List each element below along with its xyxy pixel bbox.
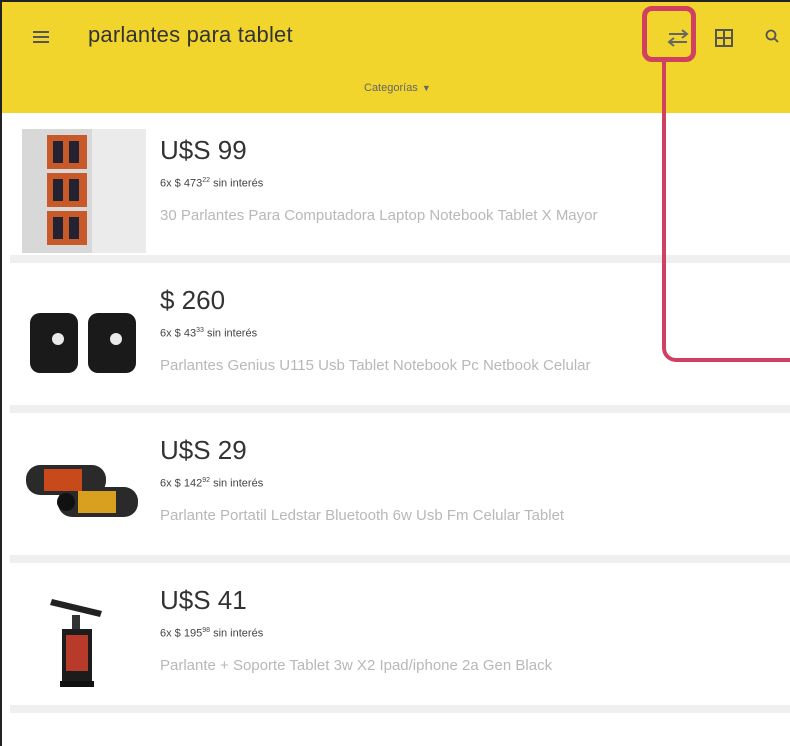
item-installments: 6x $ 14292 sin interés: [160, 477, 264, 490]
item-installments: 6x $ 47322 sin interés: [160, 177, 264, 190]
filter-highlight-annotation: [642, 6, 696, 62]
item-price: U$S 99: [160, 135, 247, 165]
category-dropdown[interactable]: Categorías ▼: [364, 82, 431, 94]
product-image: [22, 579, 146, 703]
annotation-pointer-line: [662, 60, 790, 362]
list-item[interactable]: U$S 29 6x $ 14292 sin interés Parlante P…: [10, 413, 790, 563]
category-label: Categorías: [364, 82, 418, 94]
item-title: Parlante + Soporte Tablet 3w X2 Ipad/iph…: [160, 657, 553, 674]
item-price: U$S 41: [160, 585, 247, 615]
item-installments: 6x $ 4333 sin interés: [160, 327, 258, 340]
item-installments: 6x $ 19598 sin interés: [160, 627, 264, 640]
item-title: Parlante Portatil Ledstar Bluetooth 6w U…: [160, 507, 565, 524]
search-query-title[interactable]: parlantes para tablet: [88, 22, 293, 48]
product-image: [22, 279, 146, 403]
search-icon[interactable]: [762, 26, 784, 48]
list-item[interactable]: U$S 41 6x $ 19598 sin interés Parlante +…: [10, 563, 790, 713]
product-image: [22, 429, 146, 553]
layout-icon[interactable]: [712, 26, 736, 50]
product-image: [22, 129, 146, 253]
item-title: Parlantes Genius U115 Usb Tablet Noteboo…: [160, 357, 591, 374]
item-price: U$S 29: [160, 435, 247, 465]
menu-icon[interactable]: [30, 26, 52, 48]
item-title: 30 Parlantes Para Computadora Laptop Not…: [160, 207, 598, 224]
chevron-down-icon: ▼: [421, 83, 431, 93]
item-price: $ 260: [160, 285, 226, 315]
